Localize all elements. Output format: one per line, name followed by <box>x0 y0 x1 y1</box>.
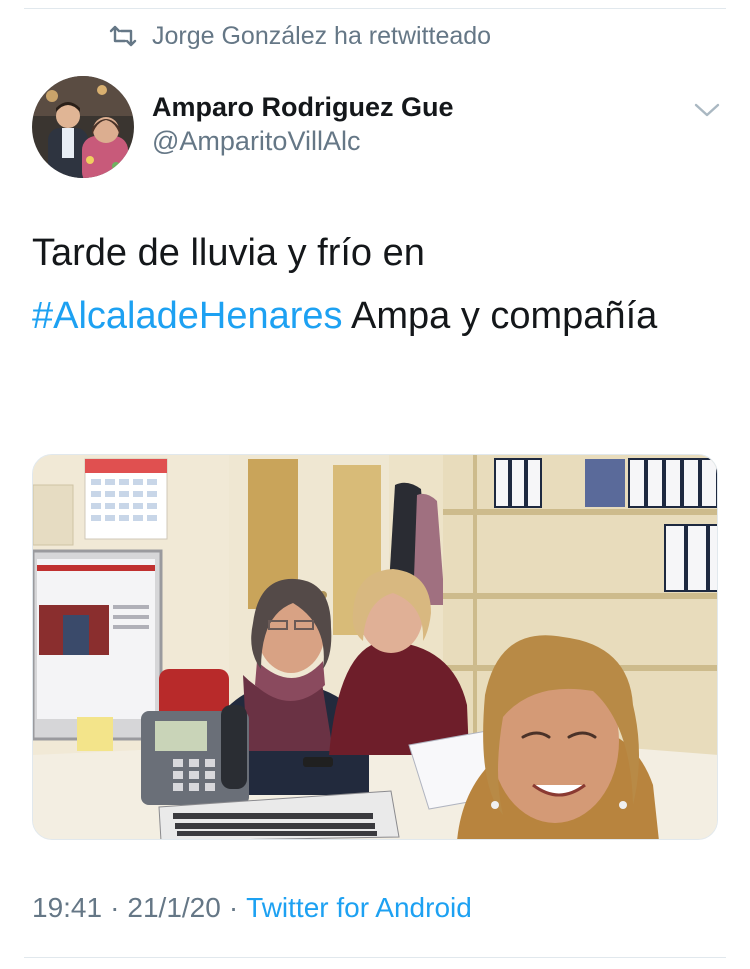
retweet-icon <box>108 25 138 47</box>
tweet-text: Tarde de lluvia y frío en #AlcaladeHenar… <box>32 222 692 348</box>
meta-separator: · <box>228 892 239 923</box>
top-divider <box>24 8 726 9</box>
tweet-photo[interactable] <box>32 454 718 840</box>
hashtag-link[interactable]: #AlcaladeHenares <box>32 295 343 337</box>
chevron-down-icon[interactable] <box>692 98 722 122</box>
tweet-time: 19:41 <box>32 892 103 923</box>
tweet-date: 21/1/20 <box>127 892 221 923</box>
author-handle[interactable]: @AmparitoVillAlc <box>152 124 454 158</box>
retweet-context-label: Jorge González ha retwitteado <box>152 21 492 50</box>
retweet-context[interactable]: Jorge González ha retwitteado <box>108 18 491 54</box>
author-display-name[interactable]: Amparo Rodriguez Gue <box>152 90 454 124</box>
tweet-metadata: 19:41 · 21/1/20 · Twitter for Android <box>32 892 472 924</box>
avatar[interactable] <box>32 76 134 178</box>
tweet-text-part: Ampa y compañía <box>342 295 658 337</box>
tweet-author[interactable]: Amparo Rodriguez Gue @AmparitoVillAlc <box>32 76 454 178</box>
tweet-text-part: Tarde de lluvia y frío en <box>32 232 425 274</box>
bottom-divider <box>24 957 726 958</box>
meta-separator: · <box>110 892 120 923</box>
tweet-source-link[interactable]: Twitter for Android <box>246 892 472 924</box>
